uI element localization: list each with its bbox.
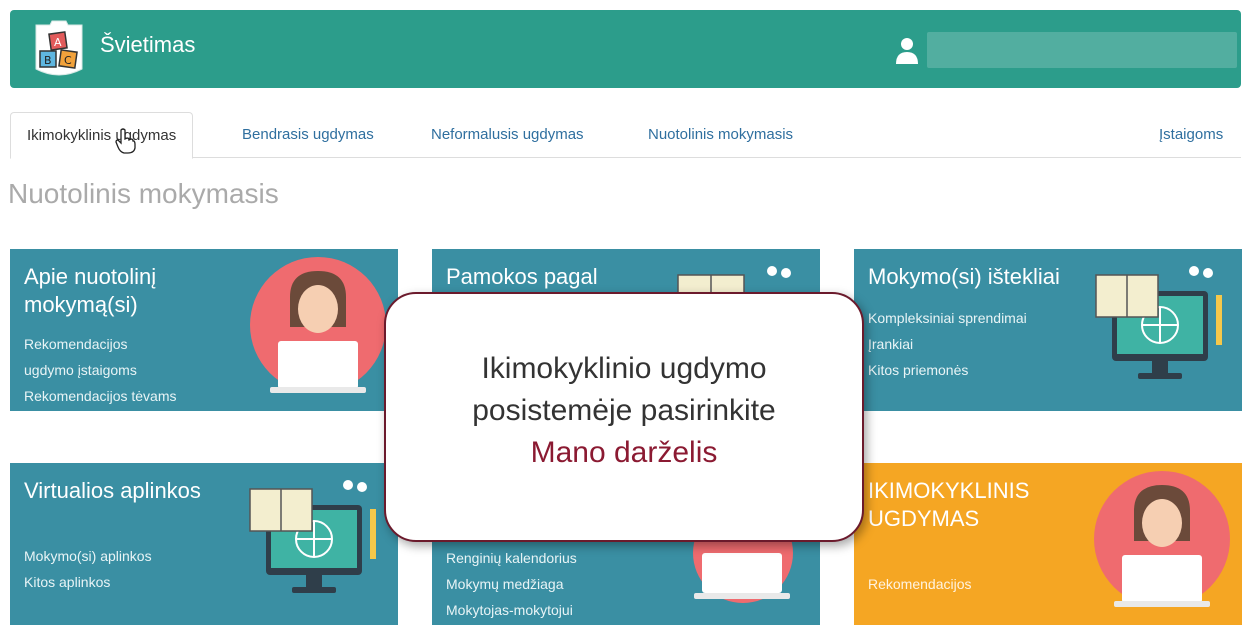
card-links: Mokymo(si) aplinkos Kitos aplinkos <box>24 543 152 595</box>
svg-text:B: B <box>44 54 52 67</box>
card-link[interactable]: Mokymo(si) aplinkos <box>24 543 152 569</box>
abc-blocks-logo-icon[interactable]: A B C <box>30 19 88 79</box>
card-link[interactable]: Rekomendacijos <box>24 331 177 357</box>
svg-text:A: A <box>54 36 62 49</box>
card-link[interactable]: Kitos aplinkos <box>24 569 152 595</box>
hand-cursor-icon <box>115 128 136 154</box>
page-title: Nuotolinis mokymasis <box>8 178 279 209</box>
instruction-popup: Ikimokyklinio ugdymo posistemėje pasirin… <box>384 292 864 542</box>
card-link[interactable]: Kitos priemonės <box>868 357 1027 383</box>
brand-title[interactable]: Švietimas <box>100 32 195 58</box>
book-monitor-icon <box>1095 266 1222 379</box>
card-mokymosi-istekliai[interactable]: Mokymo(si) ištekliai Kompleksiniai spren… <box>854 249 1242 411</box>
user-name-redacted[interactable] <box>927 32 1237 68</box>
card-title[interactable]: Virtualios aplinkos <box>24 477 254 505</box>
card-title[interactable]: IKIMOKYKLINIS UGDYMAS <box>868 477 1098 533</box>
svg-text:C: C <box>64 54 72 67</box>
popup-line-1: Ikimokyklinio ugdymo <box>481 352 767 385</box>
top-header: A B C Švietimas <box>10 10 1241 88</box>
user-icon[interactable] <box>895 36 919 64</box>
card-link[interactable]: Renginių kalendorius <box>446 545 577 571</box>
main-tabs: Ikimokyklinis ugdymas Bendrasis ugdymas … <box>10 112 1241 159</box>
card-link[interactable]: Kompleksiniai sprendimai <box>868 305 1027 331</box>
card-link[interactable]: Mokymų medžiaga <box>446 571 577 597</box>
card-link[interactable]: Mokytojas-mokytojui <box>446 597 577 623</box>
tab-nuotolinis[interactable]: Nuotolinis mokymasis <box>632 112 809 158</box>
card-link[interactable]: ugdymo įstaigoms <box>24 357 177 383</box>
card-link[interactable]: Rekomendacijos tėvams <box>24 383 177 409</box>
teacher-laptop-icon <box>1094 471 1230 607</box>
card-links: Renginių kalendorius Mokymų medžiaga Mok… <box>446 545 577 623</box>
card-links: Rekomendacijos ugdymo įstaigoms Rekomend… <box>24 331 177 409</box>
popup-highlight: Mano darželis <box>530 436 718 469</box>
book-monitor-icon <box>249 480 376 593</box>
popup-line-2: posistemėje pasirinkite <box>472 394 776 427</box>
card-title[interactable]: Mokymo(si) ištekliai <box>868 263 1098 291</box>
card-title[interactable]: Pamokos pagal <box>446 263 676 291</box>
card-links: Rekomendacijos <box>868 571 972 597</box>
card-title[interactable]: Apie nuotolinį mokymą(si) <box>24 263 254 319</box>
card-links: Kompleksiniai sprendimai Įrankiai Kitos … <box>868 305 1027 383</box>
tab-bendrasis[interactable]: Bendrasis ugdymas <box>226 112 390 158</box>
card-virtualios-aplinkos[interactable]: Virtualios aplinkos Mokymo(si) aplinkos … <box>10 463 398 625</box>
teacher-laptop-icon <box>250 257 386 393</box>
tab-neformalusis[interactable]: Neformalusis ugdymas <box>415 112 600 158</box>
card-ikimokyklinis-ugdymas[interactable]: IKIMOKYKLINIS UGDYMAS Rekomendacijos <box>854 463 1242 625</box>
tab-ikimokyklinis[interactable]: Ikimokyklinis ugdymas <box>10 112 194 159</box>
card-link[interactable]: Rekomendacijos <box>868 571 972 597</box>
card-apie-nuotolini[interactable]: Apie nuotolinį mokymą(si) Rekomendacijos… <box>10 249 398 411</box>
tab-istaigoms[interactable]: Įstaigoms <box>1143 112 1239 158</box>
card-link[interactable]: Įrankiai <box>868 331 1027 357</box>
